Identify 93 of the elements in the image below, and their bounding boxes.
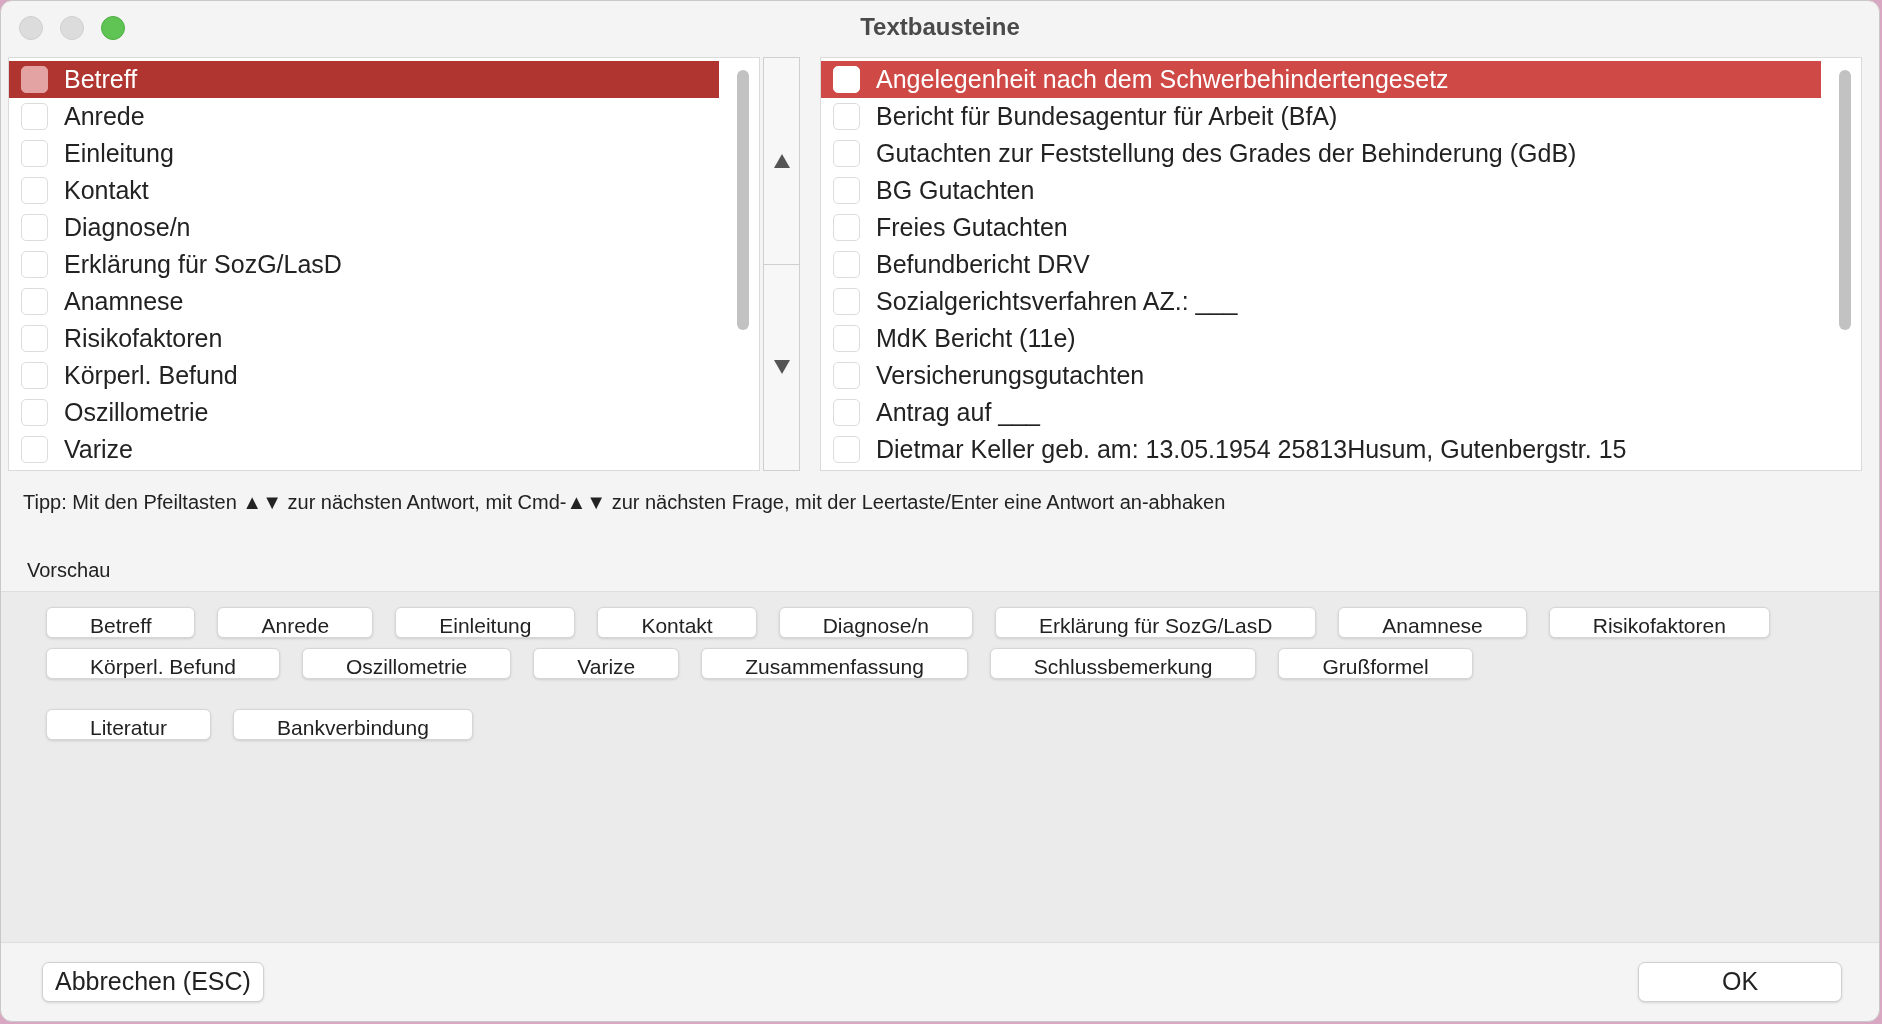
item-label: Erklärung für SozG/LasD <box>64 252 342 277</box>
list-item[interactable]: Erklärung für SozG/LasD <box>9 246 719 283</box>
checkbox[interactable] <box>21 140 48 167</box>
item-label: MdK Bericht (11e) <box>876 326 1076 351</box>
item-label: Befundbericht DRV <box>876 252 1090 277</box>
list-item[interactable]: Körperl. Befund <box>9 357 719 394</box>
item-label: Kontakt <box>64 178 149 203</box>
list-item[interactable]: Gutachten zur Feststellung des Grades der Behinderung (GdB) <box>821 135 1821 172</box>
section-button[interactable]: Betreff <box>46 607 196 638</box>
list-item[interactable]: Antrag auf ___ <box>821 394 1821 431</box>
minimize-icon[interactable] <box>60 16 84 40</box>
list-item[interactable]: BG Gutachten <box>821 172 1821 209</box>
section-button[interactable]: Risikofaktoren <box>1548 607 1770 638</box>
item-label: Freies Gutachten <box>876 215 1068 240</box>
list-item[interactable]: Kontakt <box>9 172 719 209</box>
section-button[interactable]: Erklärung für SozG/LasD <box>994 607 1317 638</box>
checkbox[interactable] <box>21 177 48 204</box>
checkbox[interactable] <box>21 66 48 93</box>
list-item[interactable]: Betreff <box>9 61 719 98</box>
list-item[interactable]: Risikofaktoren <box>9 320 719 357</box>
section-button[interactable]: Bankverbindung <box>233 709 473 740</box>
item-label: Gutachten zur Feststellung des Grades der Behinderung (GdB) <box>876 141 1577 166</box>
checkbox[interactable] <box>21 325 48 352</box>
section-button[interactable]: Oszillometrie <box>301 648 512 679</box>
ok-button[interactable]: OK <box>1638 962 1842 1002</box>
section-button[interactable]: Anamnese <box>1338 607 1527 638</box>
item-label: BG Gutachten <box>876 178 1035 203</box>
scrollbar-thumb[interactable] <box>737 70 749 330</box>
checkbox[interactable] <box>21 103 48 130</box>
item-label: Versicherungsgutachten <box>876 363 1145 388</box>
list-item[interactable]: Oszillometrie <box>9 394 719 431</box>
section-button[interactable]: Einleitung <box>395 607 576 638</box>
list-item[interactable]: Befundbericht DRV <box>821 246 1821 283</box>
list-item[interactable]: Anamnese <box>9 283 719 320</box>
checkbox[interactable] <box>833 140 860 167</box>
list-item[interactable]: Varize <box>9 431 719 468</box>
up-arrow-icon[interactable] <box>772 152 791 169</box>
down-arrow-icon[interactable] <box>772 359 791 376</box>
checkbox[interactable] <box>21 251 48 278</box>
checkbox[interactable] <box>21 399 48 426</box>
section-button[interactable]: Körperl. Befund <box>46 648 280 679</box>
section-button[interactable]: Anrede <box>217 607 374 638</box>
checkbox[interactable] <box>833 103 860 130</box>
list-item[interactable]: Einleitung <box>9 135 719 172</box>
item-label: Einleitung <box>64 141 174 166</box>
item-label: Angelegenheit nach dem Schwerbehindertengesetz <box>876 67 1449 92</box>
maximize-icon[interactable] <box>101 16 125 40</box>
item-label: Sozialgerichtsverfahren AZ.: ___ <box>876 289 1238 314</box>
item-label: Risikofaktoren <box>64 326 223 351</box>
list-item[interactable]: MdK Bericht (11e) <box>821 320 1821 357</box>
checkbox[interactable] <box>833 362 860 389</box>
checkbox[interactable] <box>21 288 48 315</box>
list-item[interactable]: Versicherungsgutachten <box>821 357 1821 394</box>
section-button[interactable]: Schlussbemerkung <box>989 648 1257 679</box>
section-button[interactable]: Grußformel <box>1278 648 1473 679</box>
list-item[interactable]: Anrede <box>9 98 719 135</box>
checkbox[interactable] <box>833 399 860 426</box>
list-item[interactable]: Freies Gutachten <box>821 209 1821 246</box>
scrollbar-thumb[interactable] <box>1839 70 1851 330</box>
list-item[interactable]: Dietmar Keller geb. am: 13.05.1954 25813Husum, Gutenbergstr. 15 <box>821 431 1821 468</box>
window-title: Textbausteine <box>860 12 1020 42</box>
list-item[interactable]: Sozialgerichtsverfahren AZ.: ___ <box>821 283 1821 320</box>
item-label: Oszillometrie <box>64 400 209 425</box>
item-label: Dietmar Keller geb. am: 13.05.1954 25813Husum, Gutenbergstr. 15 <box>876 437 1627 462</box>
item-label: Antrag auf ___ <box>876 400 1040 425</box>
close-icon[interactable] <box>19 16 43 40</box>
checkbox[interactable] <box>833 288 860 315</box>
item-label: Diagnose/n <box>64 215 191 240</box>
item-label: Varize <box>64 437 133 462</box>
item-label: Betreff <box>64 67 138 92</box>
list-item[interactable]: Angelegenheit nach dem Schwerbehindertengesetz <box>821 61 1821 98</box>
list-item[interactable]: Diagnose/n <box>9 209 719 246</box>
list-item[interactable]: Bericht für Bundesagentur für Arbeit (BfA) <box>821 98 1821 135</box>
section-button[interactable]: Zusammenfassung <box>701 648 968 679</box>
item-label: Bericht für Bundesagentur für Arbeit (BfA) <box>876 104 1338 129</box>
tip-text: Tipp: Mit den Pfeiltasten ▲▼ zur nächsten Antwort, mit Cmd-▲▼ zur nächsten Frage, mit der Leertaste/Enter eine Antwort an-abhaken <box>22 490 1226 515</box>
section-button[interactable]: Literatur <box>46 709 212 740</box>
checkbox[interactable] <box>21 436 48 463</box>
checkbox[interactable] <box>21 214 48 241</box>
checkbox[interactable] <box>833 177 860 204</box>
preview-label: Vorschau <box>26 558 111 583</box>
checkbox[interactable] <box>21 362 48 389</box>
item-label: Anrede <box>64 104 145 129</box>
section-button[interactable]: Varize <box>533 648 680 679</box>
section-button[interactable]: Diagnose/n <box>778 607 973 638</box>
checkbox[interactable] <box>833 436 860 463</box>
section-button[interactable]: Kontakt <box>597 607 757 638</box>
checkbox[interactable] <box>833 214 860 241</box>
item-label: Körperl. Befund <box>64 363 238 388</box>
checkbox[interactable] <box>833 251 860 278</box>
checkbox[interactable] <box>833 325 860 352</box>
item-label: Anamnese <box>64 289 184 314</box>
cancel-button[interactable]: Abbrechen (ESC) <box>42 962 264 1002</box>
